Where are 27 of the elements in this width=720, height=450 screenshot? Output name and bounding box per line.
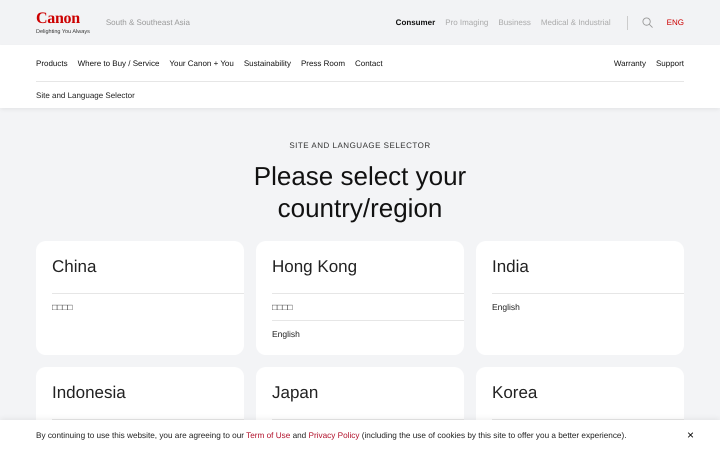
language-link[interactable]: □□□□ [272,294,464,321]
brand-logo[interactable]: Canon [36,10,80,26]
language-link[interactable]: English [492,294,684,320]
close-button[interactable]: × [682,428,698,442]
nav-link[interactable]: Contact [354,58,383,68]
segment-tab[interactable]: Consumer [396,18,436,27]
language-link[interactable]: □□□□ [52,294,244,320]
language-link[interactable]: English [272,321,464,347]
country-name: Hong Kong [272,241,464,294]
breadcrumb[interactable]: Site and Language Selector [36,90,135,100]
nav-link[interactable]: Your Canon + You [169,58,234,68]
cookie-notice: By continuing to use this website, you are agreeing to our Term of Use and Privacy Policy (including the use of cookies by this site to offer you a better experience). [36,430,626,440]
region-label: South & Southeast Asia [106,18,190,27]
nav-link[interactable]: Warranty [614,58,646,68]
nav-link[interactable]: Support [656,58,684,68]
page-heading: Please select your country/region [252,160,468,224]
eyebrow-label: SITE AND LANGUAGE SELECTOR [289,141,431,150]
country-name: India [492,241,684,294]
privacy-link[interactable]: Privacy Policy [308,430,360,440]
search-icon[interactable] [642,17,653,28]
nav-link[interactable]: Where to Buy / Service [78,58,160,68]
language-link[interactable]: ENG [666,18,684,27]
terms-link[interactable]: Term of Use [246,430,290,440]
nav-link[interactable]: Sustainability [244,58,291,68]
country-name: China [52,241,244,294]
nav-link[interactable]: Products [36,58,68,68]
nav-link[interactable]: Press Room [300,58,345,68]
